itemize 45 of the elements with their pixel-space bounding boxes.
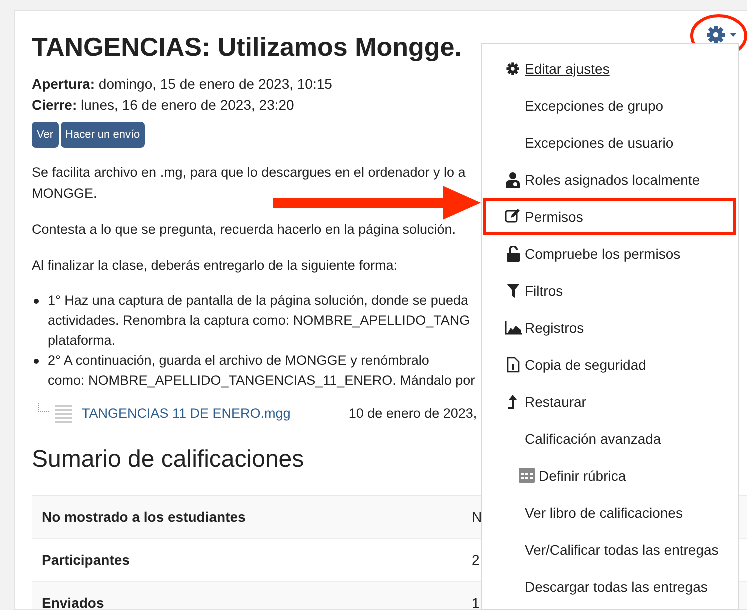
activity-title: TANGENCIAS: Utilizamos Mongge. [32,31,462,64]
filter-icon [506,284,520,298]
action-button[interactable]: Hacer un envío [60,122,146,148]
paragraph-text: Contesta a lo que se pregunta, recuerda hacerlo en la página solución. [32,221,456,239]
menu-item[interactable]: Excepciones de grupo [483,87,736,124]
row-value: 1 [472,595,480,609]
bullet-icon [34,359,39,364]
upload-arrow-icon [508,394,518,408]
date-text: Cierre: lunes, 16 de enero de 2023, 23:20 [32,96,294,115]
menu-item[interactable]: Calificación avanzada [483,420,736,457]
menu-item[interactable]: Definir rúbrica [483,457,736,494]
menu-item[interactable]: Registros [483,309,736,346]
menu-item[interactable]: Editar ajustes [483,50,736,87]
menu-item[interactable]: Ver/Calificar todas las entregas [483,531,736,568]
row-label: Participantes [41,552,131,568]
menu-item[interactable]: Permisos [483,198,736,235]
menu-item[interactable]: Filtros [483,272,736,309]
menu-item[interactable]: Roles asignados localmente [483,161,736,198]
menu-item[interactable]: Compruebe los permisos [483,235,736,272]
paragraph-text: Al finalizar la clase, deberás entregarlo de la siguiente forma: [32,257,398,275]
bullet-icon [34,299,39,304]
settings-icon [506,62,520,76]
menu-item[interactable]: Descargar todas las entregas [483,568,736,605]
row-label: Enviados [41,595,106,609]
action-button[interactable]: Ver [32,122,59,148]
row-value: N [472,509,482,525]
section-heading: Sumario de calificaciones [32,445,304,475]
table-icon [519,468,535,483]
menu-item[interactable]: Restaurar [483,383,736,420]
padlock-icon [506,246,520,262]
menu-item[interactable]: Excepciones de usuario [483,124,736,161]
file-icon [506,356,520,372]
paragraph-text: Se facilita archivo en .mg, para que lo descargues en el ordenador y lo a MONGGE. [32,164,466,203]
menu-item[interactable]: Ver libro de calificaciones [483,494,736,531]
user-icon [506,172,520,188]
list-item-text: 2° A continuación, guarda el archivo de MONGGE y renómbralo como: NOMBRE_APELLIDO_TANGENCIAS_11_ENERO. Mándalo por [48,352,476,390]
edit-icon [505,209,521,224]
list-item-text: 1° Haz una captura de pantalla de la página solución, donde se pueda actividades. Renombra la captura como: NOMBRE_APELLIDO_TANG plataforma. [48,292,470,350]
menu-item[interactable]: Copia de seguridad [483,346,736,383]
date-text: Apertura: domingo, 15 de enero de 2023, 10:15 [32,75,332,94]
file-date: 10 de enero de 2023, [348,406,478,420]
chart-icon [504,320,522,334]
file-link[interactable]: TANGENCIAS 11 DE ENERO.mgg [82,406,291,420]
row-value: 2 [472,552,480,568]
row-label: No mostrado a los estudiantes [41,509,247,525]
